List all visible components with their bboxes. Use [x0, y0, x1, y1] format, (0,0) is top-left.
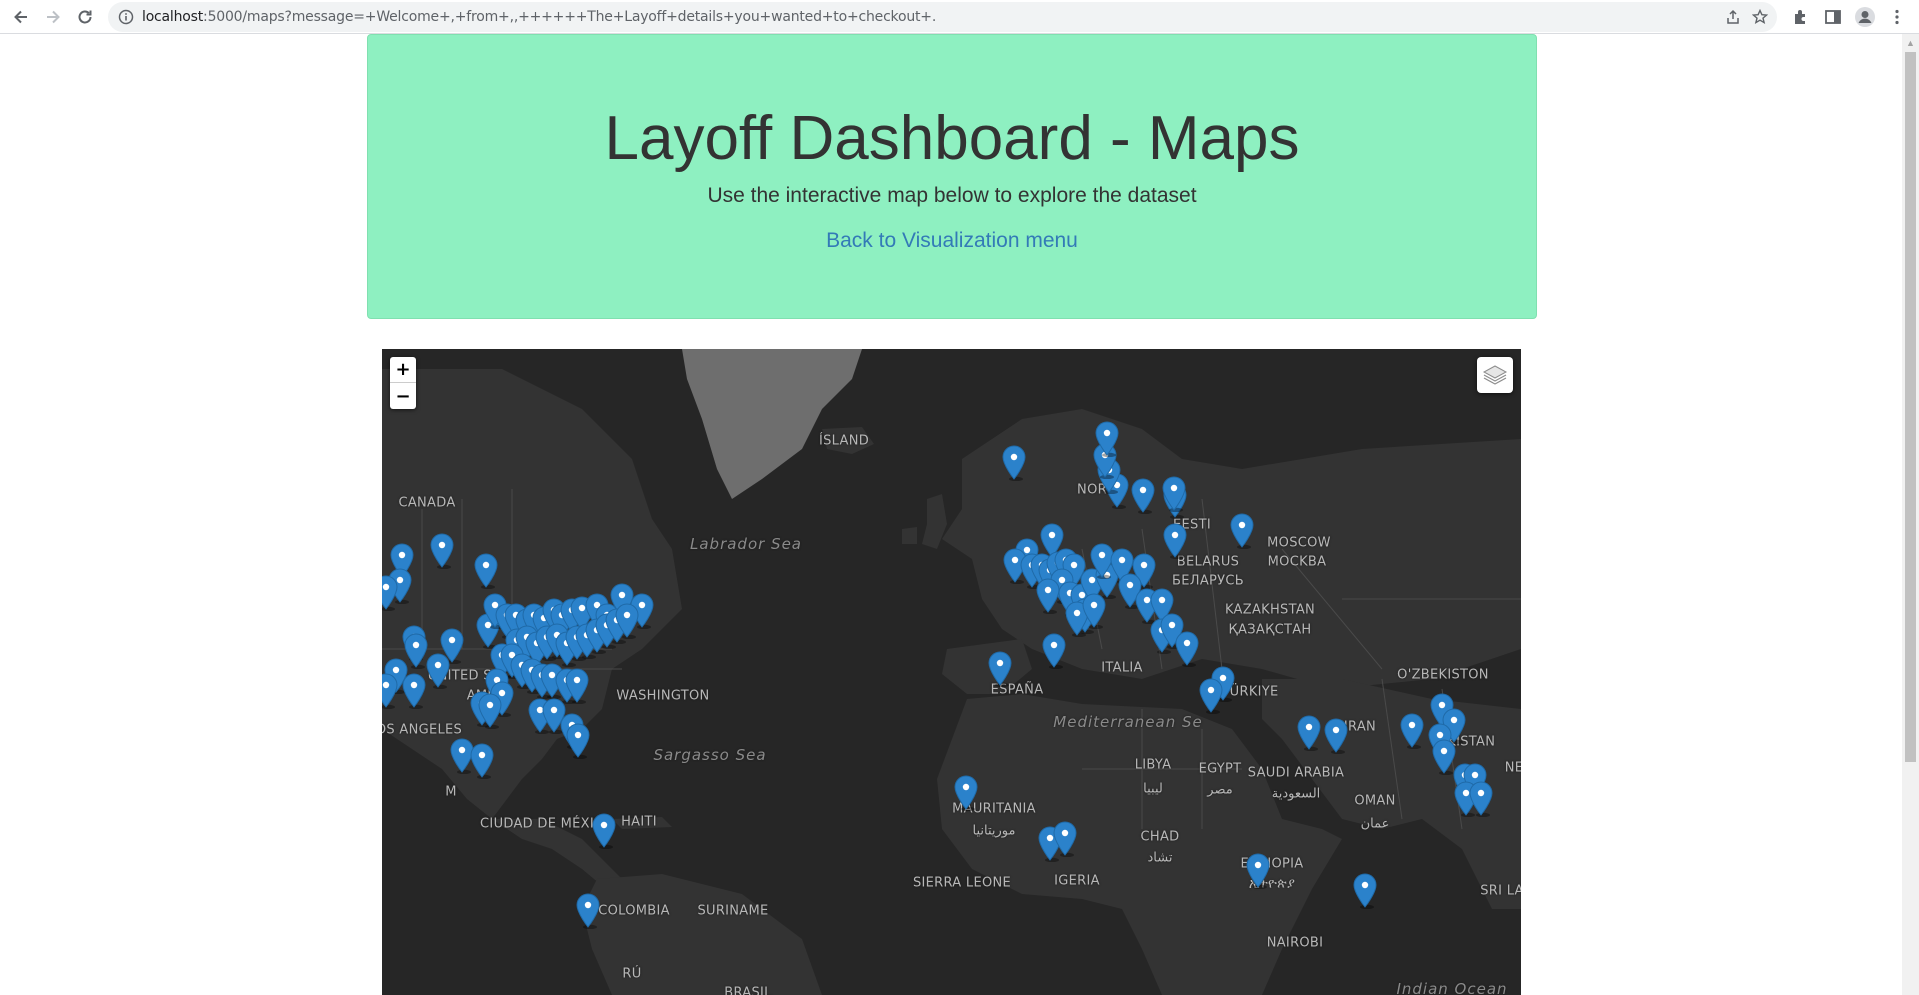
map-marker-icon[interactable]: [1042, 633, 1066, 670]
map-place-label: OMAN: [1354, 793, 1396, 809]
map-place-label: BRASIL: [724, 985, 772, 995]
map-place-label: NAIROBI: [1266, 935, 1324, 951]
map-marker-icon[interactable]: [1230, 513, 1254, 550]
map-marker-icon[interactable]: [1095, 421, 1119, 458]
map-marker-icon[interactable]: [402, 673, 426, 710]
map-place-label: COLOMBIA: [598, 903, 670, 919]
map-marker-icon[interactable]: [592, 813, 616, 850]
map-place-label: CANADA: [398, 495, 456, 511]
browser-toolbar: localhost:5000/maps?message=+Welcome+,+f…: [0, 0, 1919, 34]
info-icon[interactable]: [118, 9, 134, 25]
page-title: Layoff Dashboard - Maps: [604, 104, 1300, 173]
map-sea-label: Mediterranean Se: [1053, 713, 1203, 731]
map-place-label: M: [445, 784, 457, 800]
interactive-map[interactable]: + − CANADA ÍSLAND NOR EESTI MOSCOW MOCKBA BELA…: [382, 349, 1521, 995]
map-place-label: IGERIA: [1054, 873, 1100, 889]
share-icon[interactable]: [1723, 7, 1743, 27]
map-place-label: موريتانيا: [972, 823, 1016, 839]
map-marker-icon[interactable]: [1297, 715, 1321, 752]
map-place-label: RÚ: [622, 966, 642, 982]
profile-avatar-icon[interactable]: [1853, 5, 1877, 29]
header-jumbotron: Layoff Dashboard - Maps Use the interact…: [367, 34, 1537, 319]
zoom-in-button[interactable]: +: [390, 357, 416, 383]
map-marker-icon[interactable]: [1400, 713, 1424, 750]
map-marker-icon[interactable]: [954, 775, 978, 812]
zoom-out-button[interactable]: −: [390, 383, 416, 409]
map-place-label: مصر: [1207, 782, 1233, 798]
back-arrow-icon[interactable]: [9, 5, 33, 29]
map-place-label: عمان: [1360, 816, 1390, 832]
map-marker-icon[interactable]: [1353, 873, 1377, 910]
map-place-label: ҚАЗАҚСТАН: [1228, 622, 1312, 638]
map-marker-icon[interactable]: [1002, 445, 1026, 482]
map-marker-icon[interactable]: [1082, 593, 1106, 630]
map-marker-icon[interactable]: [426, 653, 450, 690]
kebab-menu-icon[interactable]: [1885, 5, 1909, 29]
map-marker-icon[interactable]: [1199, 678, 1223, 715]
map-marker-icon[interactable]: [576, 893, 600, 930]
map-marker-icon[interactable]: [1163, 523, 1187, 560]
map-place-label: SIERRA LEONE: [912, 875, 1012, 891]
map-marker-icon[interactable]: [1175, 631, 1199, 668]
map-place-label: HAITI: [621, 814, 657, 830]
map-place-label: OS ANGELES: [382, 722, 463, 738]
map-marker-icon[interactable]: [1053, 821, 1077, 858]
map-place-label: ITALIA: [1101, 660, 1143, 676]
map-marker-icon[interactable]: [1324, 718, 1348, 755]
bookmark-star-icon[interactable]: [1750, 7, 1770, 27]
map-sea-label: Indian Ocean: [1396, 980, 1508, 995]
map-marker-icon[interactable]: [382, 673, 398, 710]
map-place-label: БЕЛАРУСЬ: [1172, 573, 1244, 589]
map-marker-icon[interactable]: [430, 533, 454, 570]
map-place-label: ليبيا: [1143, 781, 1163, 797]
map-place-label: SAUDI ARABIA: [1247, 765, 1345, 781]
address-bar[interactable]: localhost:5000/maps?message=+Welcome+,+f…: [108, 2, 1777, 32]
map-place-label: MOCKBA: [1267, 554, 1327, 570]
map-marker-icon[interactable]: [1162, 476, 1186, 513]
map-place-label: WASHINGTON: [616, 688, 710, 704]
extensions-puzzle-icon[interactable]: [1789, 5, 1813, 29]
scroll-thumb[interactable]: [1905, 52, 1916, 762]
layers-icon: [1482, 365, 1508, 385]
back-to-visualization-link[interactable]: Back to Visualization menu: [368, 229, 1536, 253]
map-place-label: EGYPT: [1198, 761, 1242, 777]
map-place-label: SURINAME: [697, 903, 769, 919]
map-marker-icon[interactable]: [1131, 478, 1155, 515]
map-place-label: CHAD: [1140, 829, 1180, 845]
map-place-label: LIBYA: [1134, 757, 1172, 773]
map-marker-icon[interactable]: [1246, 853, 1270, 890]
map-place-label: O'ZBEKISTON: [1397, 667, 1489, 683]
side-panel-icon[interactable]: [1821, 5, 1845, 29]
map-place-label: SRI LAN: [1480, 883, 1521, 899]
page-scrollbar[interactable]: ▲: [1902, 34, 1919, 995]
page-subtitle: Use the interactive map below to explore…: [707, 184, 1197, 207]
reload-icon[interactable]: [73, 5, 97, 29]
map-place-label: تشاد: [1147, 850, 1173, 866]
map-place-label: السعودية: [1271, 786, 1321, 802]
map-sea-label: Labrador Sea: [689, 535, 803, 553]
url-text: localhost:5000/maps?message=+Welcome+,+f…: [142, 9, 937, 25]
map-place-label: ÍSLAND: [818, 433, 870, 449]
map-marker-icon[interactable]: [474, 553, 498, 590]
map-marker-icon[interactable]: [615, 603, 639, 640]
map-marker-icon[interactable]: [1036, 578, 1060, 615]
map-marker-icon[interactable]: [478, 693, 502, 730]
map-marker-icon[interactable]: [988, 651, 1012, 688]
map-marker-icon[interactable]: [1469, 781, 1493, 818]
map-place-label: NE: [1504, 760, 1521, 776]
forward-arrow-icon[interactable]: [41, 5, 65, 29]
scroll-up-arrow-icon[interactable]: ▲: [1902, 34, 1919, 51]
map-place-label: IRAN: [1343, 719, 1377, 735]
map-place-label: KAZAKHSTAN: [1224, 602, 1316, 618]
map-marker-icon[interactable]: [470, 743, 494, 780]
layers-control[interactable]: [1477, 357, 1513, 393]
map-marker-icon[interactable]: [382, 575, 398, 612]
zoom-control: + −: [390, 357, 416, 409]
map-marker-icon[interactable]: [565, 668, 589, 705]
map-sea-label: Sargasso Sea: [653, 746, 767, 764]
map-place-label: MOSCOW: [1267, 535, 1331, 551]
map-marker-icon[interactable]: [566, 723, 590, 760]
